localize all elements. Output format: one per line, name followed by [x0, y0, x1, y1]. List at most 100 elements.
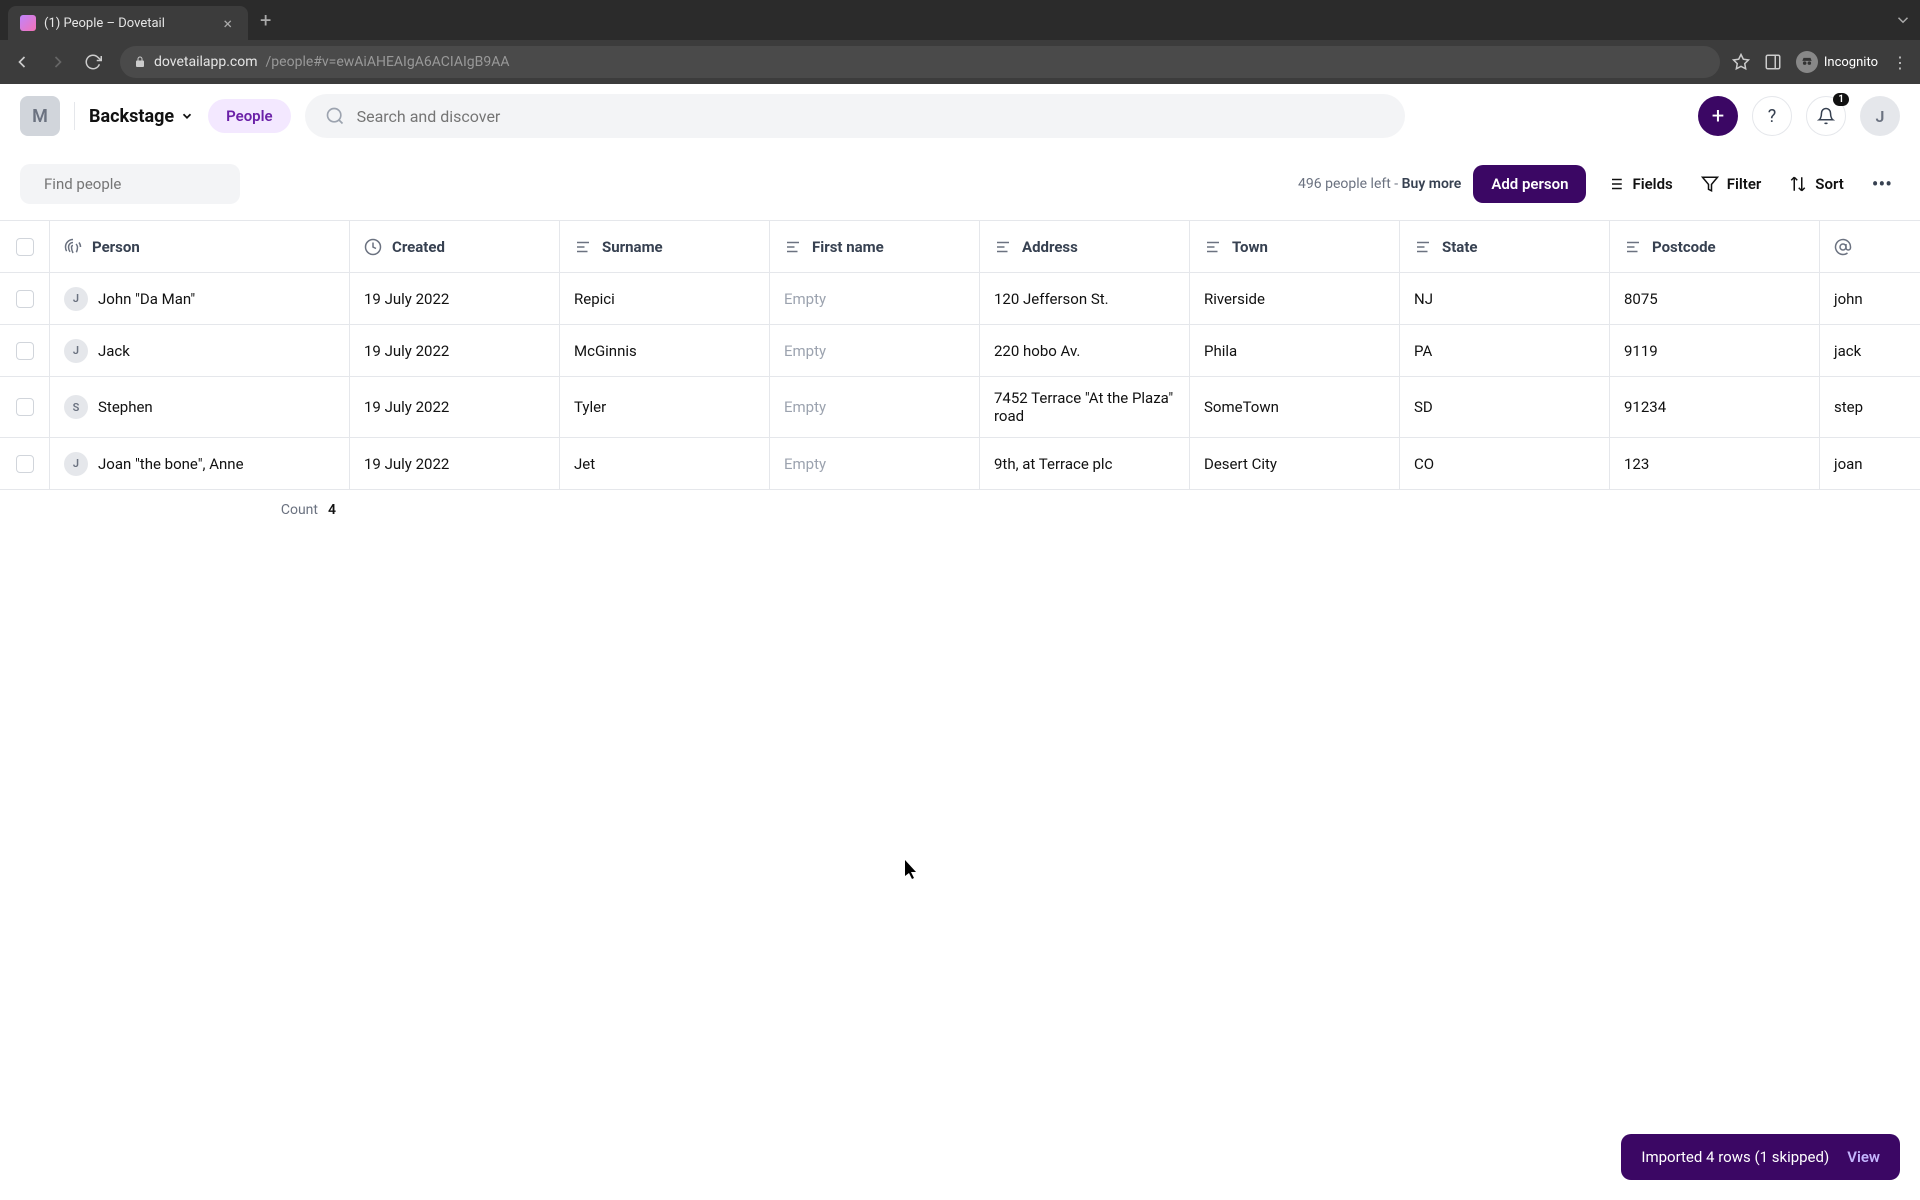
cell-town[interactable]: SomeTown: [1190, 377, 1400, 438]
cell-person[interactable]: JJack: [50, 325, 350, 377]
row-checkbox[interactable]: [16, 290, 34, 308]
cell-email[interactable]: step: [1820, 377, 1920, 438]
cell-created[interactable]: 19 July 2022: [350, 325, 560, 377]
help-button[interactable]: ?: [1752, 96, 1792, 136]
cell-postcode[interactable]: 9119: [1610, 325, 1820, 377]
cell-email[interactable]: joan: [1820, 438, 1920, 490]
cell-town[interactable]: Phila: [1190, 325, 1400, 377]
back-button[interactable]: [12, 52, 36, 72]
column-person[interactable]: Person: [50, 221, 350, 273]
project-dropdown[interactable]: Backstage: [89, 106, 194, 127]
nav-people-pill[interactable]: People: [208, 99, 291, 133]
cell-surname[interactable]: Tyler: [560, 377, 770, 438]
add-person-button[interactable]: Add person: [1473, 165, 1586, 203]
cell-town[interactable]: Riverside: [1190, 273, 1400, 325]
find-people-input[interactable]: [44, 175, 243, 193]
cell-firstname[interactable]: Empty: [770, 377, 980, 438]
sort-button[interactable]: Sort: [1781, 169, 1851, 199]
select-all-header[interactable]: [0, 221, 50, 273]
fields-button[interactable]: Fields: [1598, 169, 1680, 199]
cell-email[interactable]: john: [1820, 273, 1920, 325]
row-checkbox-cell[interactable]: [0, 438, 50, 490]
cell-firstname[interactable]: Empty: [770, 438, 980, 490]
cell-state[interactable]: PA: [1400, 325, 1610, 377]
select-all-checkbox[interactable]: [16, 238, 34, 256]
cell-postcode[interactable]: 8075: [1610, 273, 1820, 325]
close-tab-icon[interactable]: ×: [219, 14, 236, 33]
forward-button[interactable]: [48, 52, 72, 72]
column-address-label: Address: [1022, 238, 1078, 256]
cell-address[interactable]: 120 Jefferson St.: [980, 273, 1190, 325]
mouse-cursor-icon: [905, 860, 919, 880]
cell-created[interactable]: 19 July 2022: [350, 273, 560, 325]
incognito-indicator[interactable]: Incognito: [1796, 51, 1878, 73]
panel-icon[interactable]: [1764, 53, 1782, 71]
row-checkbox-cell[interactable]: [0, 273, 50, 325]
row-checkbox[interactable]: [16, 398, 34, 416]
cell-address[interactable]: 9th, at Terrace plc: [980, 438, 1190, 490]
count-label: Count: [281, 502, 318, 518]
column-town[interactable]: Town: [1190, 221, 1400, 273]
cell-surname[interactable]: McGinnis: [560, 325, 770, 377]
row-checkbox[interactable]: [16, 342, 34, 360]
column-created-label: Created: [392, 238, 445, 256]
create-button[interactable]: +: [1698, 96, 1738, 136]
cell-surname[interactable]: Repici: [560, 273, 770, 325]
find-people-search[interactable]: [20, 164, 240, 204]
bookmark-icon[interactable]: [1732, 53, 1750, 71]
column-postcode[interactable]: Postcode: [1610, 221, 1820, 273]
people-left-text: 496 people left - Buy more: [1298, 176, 1461, 192]
text-icon: [1624, 238, 1642, 256]
column-surname[interactable]: Surname: [560, 221, 770, 273]
column-address[interactable]: Address: [980, 221, 1190, 273]
cell-surname[interactable]: Jet: [560, 438, 770, 490]
cell-firstname[interactable]: Empty: [770, 273, 980, 325]
row-checkbox-cell[interactable]: [0, 377, 50, 438]
filter-label: Filter: [1727, 175, 1762, 193]
column-firstname-label: First name: [812, 238, 884, 256]
row-checkbox[interactable]: [16, 455, 34, 473]
cell-person[interactable]: JJoan "the bone", Anne: [50, 438, 350, 490]
chrome-min-icon[interactable]: [1894, 11, 1912, 29]
new-tab-button[interactable]: +: [260, 8, 271, 32]
cell-town[interactable]: Desert City: [1190, 438, 1400, 490]
buy-more-link[interactable]: Buy more: [1402, 176, 1462, 192]
global-search-input[interactable]: [357, 107, 1385, 126]
text-icon: [1414, 238, 1432, 256]
global-search[interactable]: [305, 94, 1405, 138]
cell-created[interactable]: 19 July 2022: [350, 377, 560, 438]
column-state[interactable]: State: [1400, 221, 1610, 273]
column-created[interactable]: Created: [350, 221, 560, 273]
text-icon: [574, 238, 592, 256]
browser-menu-icon[interactable]: ⋮: [1892, 53, 1908, 72]
notifications-button[interactable]: 1: [1806, 96, 1846, 136]
user-avatar[interactable]: J: [1860, 96, 1900, 136]
cell-address[interactable]: 7452 Terrace "At the Plaza" road: [980, 377, 1190, 438]
column-email[interactable]: [1820, 221, 1920, 273]
address-bar[interactable]: dovetailapp.com/people#v=ewAiAHEAIgA6ACI…: [120, 46, 1720, 78]
cell-postcode[interactable]: 123: [1610, 438, 1820, 490]
toast-view-link[interactable]: View: [1847, 1148, 1880, 1166]
filter-button[interactable]: Filter: [1693, 169, 1770, 199]
cell-address[interactable]: 220 hobo Av.: [980, 325, 1190, 377]
cell-email[interactable]: jack: [1820, 325, 1920, 377]
cell-state[interactable]: CO: [1400, 438, 1610, 490]
column-firstname[interactable]: First name: [770, 221, 980, 273]
cell-created[interactable]: 19 July 2022: [350, 438, 560, 490]
row-checkbox-cell[interactable]: [0, 325, 50, 377]
person-avatar: J: [64, 452, 88, 476]
cell-firstname[interactable]: Empty: [770, 325, 980, 377]
more-options-button[interactable]: •••: [1864, 168, 1900, 200]
reload-button[interactable]: [84, 53, 108, 71]
cell-person[interactable]: SStephen: [50, 377, 350, 438]
app-header: M Backstage People + ? 1 J: [0, 84, 1920, 148]
column-state-label: State: [1442, 238, 1478, 256]
bell-icon: [1817, 107, 1835, 125]
cell-state[interactable]: NJ: [1400, 273, 1610, 325]
workspace-badge[interactable]: M: [20, 96, 60, 136]
browser-tab[interactable]: (1) People – Dovetail ×: [8, 6, 248, 40]
cell-person[interactable]: JJohn "Da Man": [50, 273, 350, 325]
cell-postcode[interactable]: 91234: [1610, 377, 1820, 438]
favicon-icon: [20, 15, 36, 31]
cell-state[interactable]: SD: [1400, 377, 1610, 438]
